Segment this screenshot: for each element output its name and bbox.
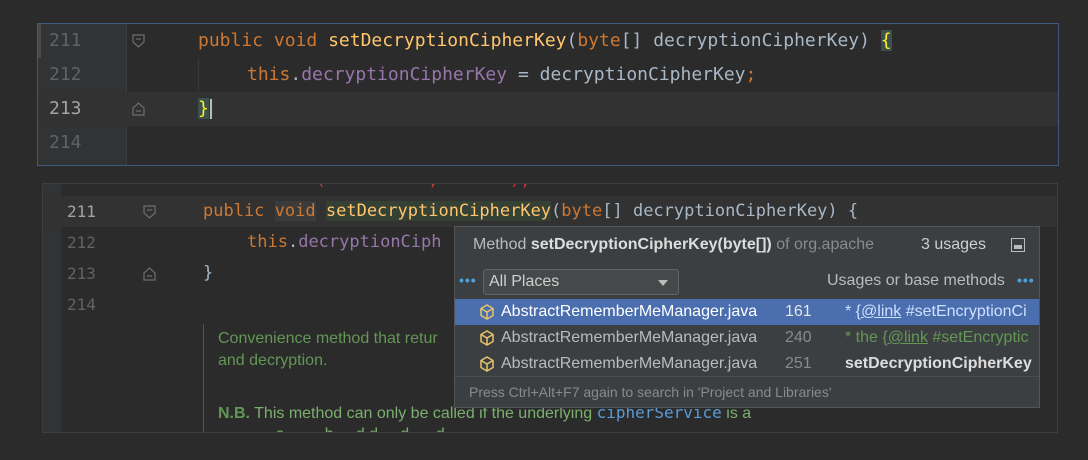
result-line-number: 161 — [785, 303, 812, 320]
filter-label: Usages or base methods — [827, 272, 1005, 289]
result-line-number: 251 — [785, 355, 812, 372]
more-options-icon[interactable]: ••• — [459, 272, 477, 288]
code-text: this.decryptionCiph — [247, 232, 442, 252]
line-number: 213 — [67, 264, 96, 283]
doc-line-2: and decryption. — [218, 352, 328, 369]
code-line-214[interactable]: 214 — [38, 126, 1058, 160]
chevron-down-icon — [658, 280, 668, 286]
usage-result-row[interactable]: AbstractRememberMeManager.java 240 * the… — [455, 325, 1039, 351]
usage-count: 3 usages — [921, 236, 986, 253]
line-number: 212 — [49, 64, 82, 85]
matched-brace: { — [880, 30, 892, 51]
scope-dropdown[interactable]: All Places — [483, 269, 679, 295]
code-line-211[interactable]: 211 public void setDecryptionCipherKey(b… — [38, 24, 1058, 58]
class-file-icon — [480, 356, 494, 372]
code-line-212[interactable]: 212 this.decryptionCipherKey = decryptio… — [38, 58, 1058, 92]
line-number: 214 — [67, 295, 96, 314]
editor-top[interactable]: 211 public void setDecryptionCipherKey(b… — [37, 23, 1059, 166]
result-filename: AbstractRememberMeManager.java — [501, 355, 758, 372]
code-line-213[interactable]: 213 } — [38, 92, 1058, 126]
fold-end-icon[interactable] — [143, 267, 156, 281]
usage-result-row[interactable]: AbstractRememberMeManager.java 251 setDe… — [455, 351, 1039, 377]
line-number: 212 — [67, 233, 96, 252]
code-text: this.decryptionCipherKey = decryptionCip… — [247, 64, 757, 85]
line-number: 214 — [49, 132, 82, 153]
popup-title: Method setDecryptionCipherKey(byte[]) of… — [473, 236, 875, 253]
scope-value: All Places — [489, 273, 560, 290]
code-text: public void setDecryptionCipherKey(byte[… — [203, 201, 859, 221]
result-filename: AbstractRememberMeManager.java — [501, 329, 758, 346]
doc-line-1: Convenience method that retur — [218, 330, 438, 347]
filter-options-icon[interactable]: ••• — [1017, 272, 1035, 288]
popup-toolbar: ••• All Places Usages or base methods ••… — [455, 263, 1039, 299]
code-text: } — [198, 92, 212, 126]
doc-cut-line: a b d d d d — [218, 424, 471, 432]
stray-code-fragment: ( , ); — [203, 184, 531, 190]
class-file-icon — [480, 330, 494, 346]
result-line-number: 240 — [785, 329, 812, 346]
text-caret — [209, 99, 212, 119]
line-number: 211 — [67, 202, 96, 221]
usage-result-row[interactable]: AbstractRememberMeManager.java 161 * {@l… — [455, 299, 1039, 325]
fold-open-icon[interactable] — [132, 34, 145, 48]
line-number: 213 — [49, 98, 82, 119]
result-context: * the {@link #setEncryptic — [845, 329, 1029, 346]
line-number: 211 — [49, 30, 82, 51]
find-usages-popup[interactable]: Method setDecryptionCipherKey(byte[]) of… — [454, 226, 1040, 408]
result-context: * {@link #setEncryptionCi — [845, 303, 1027, 320]
code-text: } — [203, 263, 214, 283]
indent-guide — [198, 58, 199, 92]
result-filename: AbstractRememberMeManager.java — [501, 303, 758, 320]
matched-brace: } — [198, 98, 209, 119]
fold-open-icon[interactable] — [143, 205, 156, 219]
change-marker — [38, 24, 41, 58]
class-file-icon — [480, 304, 494, 320]
code-line-211[interactable]: 211 public void setDecryptionCipherKey(b… — [43, 196, 1057, 227]
result-context: setDecryptionCipherKey — [845, 355, 1032, 372]
open-in-tool-window-icon[interactable] — [1011, 238, 1025, 252]
popup-footer-hint: Press Ctrl+Alt+F7 again to search in 'Pr… — [455, 376, 1039, 407]
popup-header: Method setDecryptionCipherKey(byte[]) of… — [455, 227, 1039, 263]
code-text: public void setDecryptionCipherKey(byte[… — [198, 30, 892, 51]
fold-end-icon[interactable] — [132, 102, 145, 116]
